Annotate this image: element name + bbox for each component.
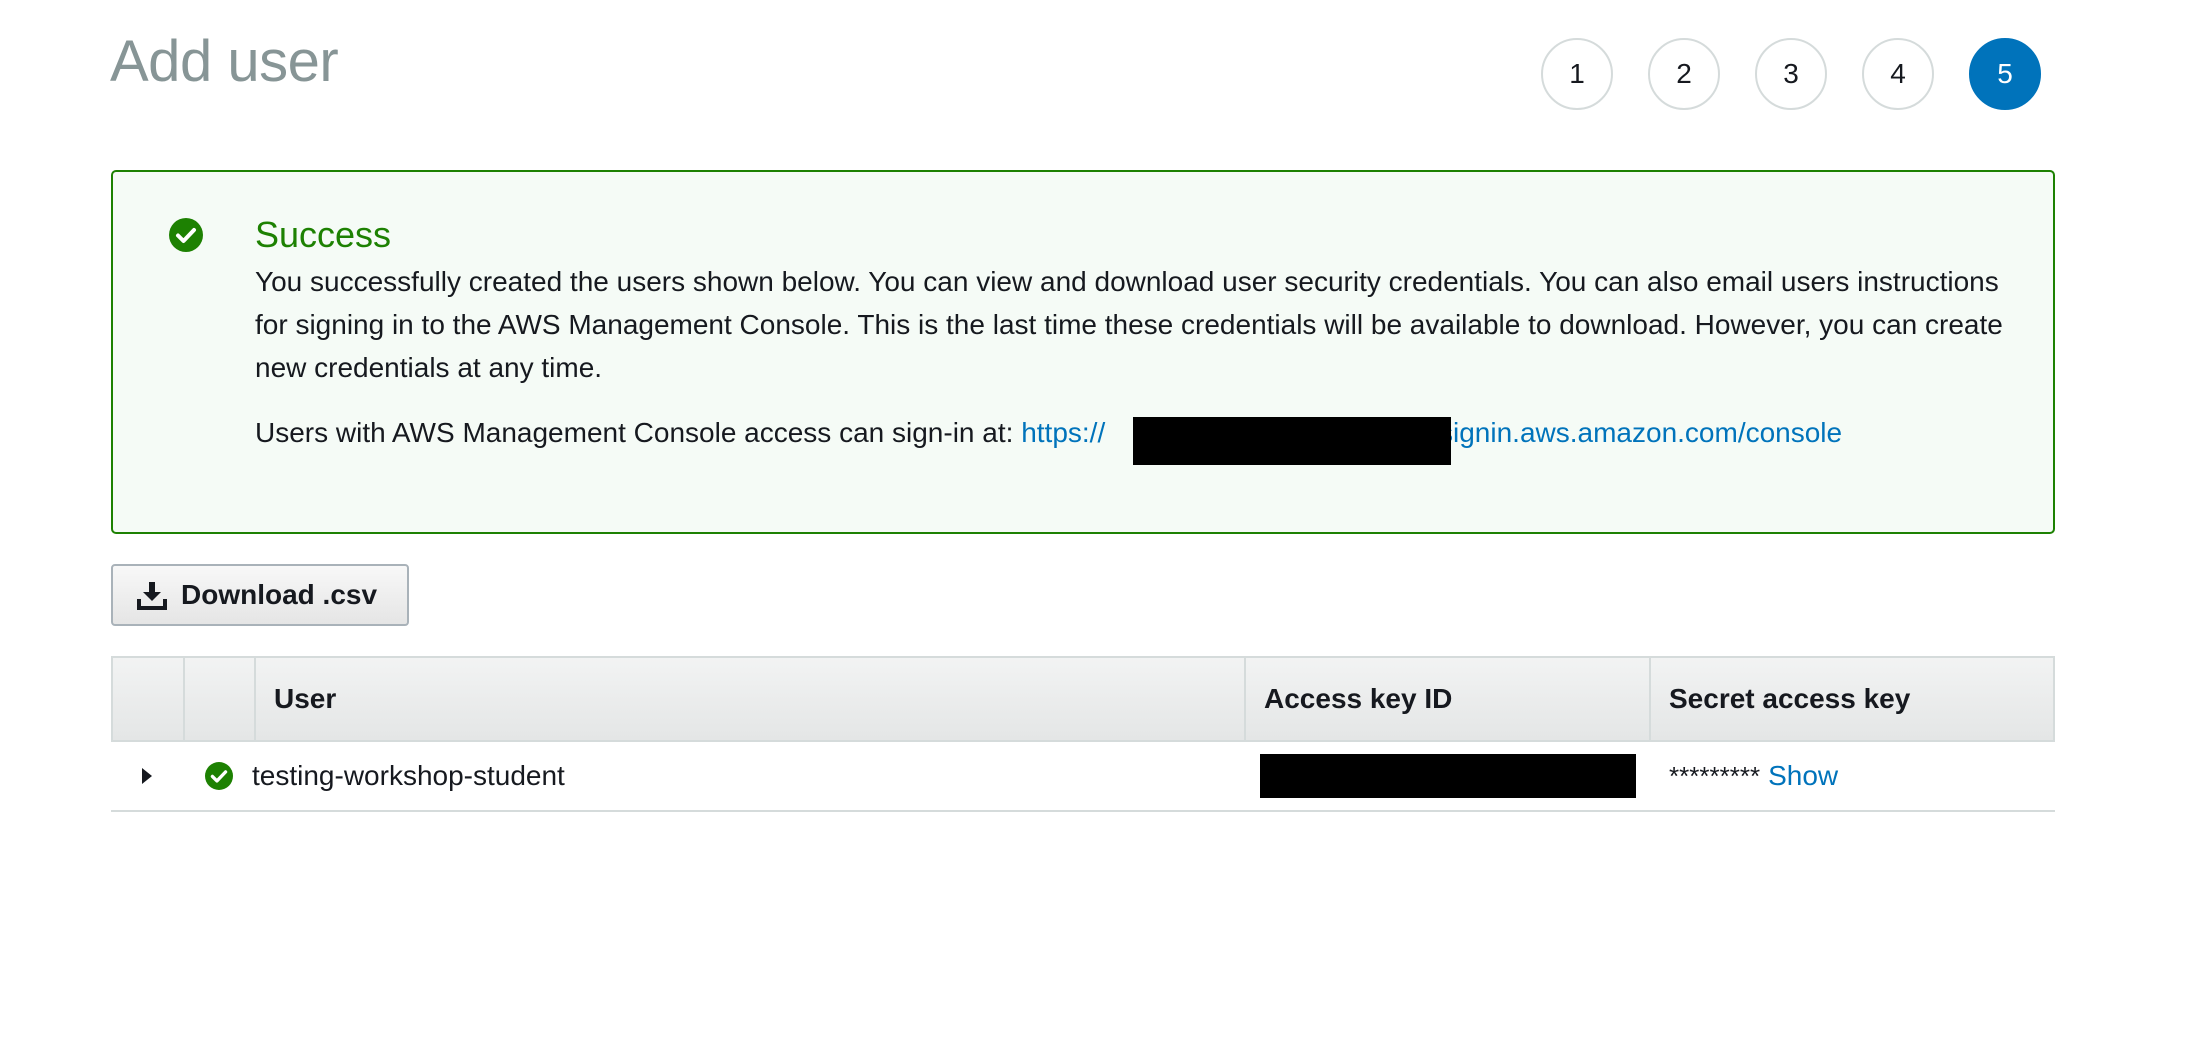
add-user-page: Add user 1 2 3 4 5 Success You successfu… bbox=[0, 0, 2194, 1058]
step-3[interactable]: 3 bbox=[1755, 38, 1827, 110]
check-circle-icon bbox=[169, 218, 203, 252]
step-1[interactable]: 1 bbox=[1541, 38, 1613, 110]
caret-right-icon bbox=[142, 768, 152, 784]
page-title: Add user bbox=[110, 29, 339, 94]
redaction-bar bbox=[1133, 417, 1451, 465]
signin-line: Users with AWS Management Console access… bbox=[255, 417, 1842, 449]
success-message: You successfully created the users shown… bbox=[255, 266, 2003, 383]
table-row: testing-workshop-student ********* Show bbox=[111, 742, 2055, 812]
header-secret-access-key: Secret access key bbox=[1669, 683, 1911, 714]
access-key-id-cell bbox=[1244, 742, 1649, 810]
row-status bbox=[183, 742, 254, 810]
show-secret-link[interactable]: Show bbox=[1768, 760, 1838, 792]
secret-mask: ********* bbox=[1669, 760, 1761, 791]
step-5[interactable]: 5 bbox=[1969, 38, 2041, 110]
check-circle-icon bbox=[204, 762, 233, 790]
download-csv-label: Download .csv bbox=[181, 579, 378, 610]
success-title: Success bbox=[255, 214, 392, 255]
credentials-table: User Access key ID Secret access key tes… bbox=[111, 656, 2055, 812]
secret-access-key-cell: ********* Show bbox=[1649, 742, 2055, 810]
user-name: testing-workshop-student bbox=[252, 760, 565, 791]
success-alert: Success You successfully created the use… bbox=[111, 170, 2055, 534]
wizard-steps: 1 2 3 4 5 bbox=[1541, 38, 2041, 110]
signin-url-start: https:// bbox=[1021, 417, 1106, 448]
download-icon bbox=[137, 582, 167, 610]
signin-url-end: .signin.aws.amazon.com/console bbox=[1431, 417, 1843, 448]
header-status-cell bbox=[185, 658, 256, 740]
step-4[interactable]: 4 bbox=[1862, 38, 1934, 110]
header-user: User bbox=[256, 658, 1246, 740]
table-header: User Access key ID Secret access key bbox=[111, 656, 2055, 742]
header-expand-cell bbox=[113, 658, 185, 740]
access-key-redacted bbox=[1260, 754, 1636, 798]
step-2[interactable]: 2 bbox=[1648, 38, 1720, 110]
download-csv-button[interactable]: Download .csv bbox=[111, 564, 409, 626]
user-name-cell: testing-workshop-student bbox=[252, 742, 1244, 810]
header-access-key-id: Access key ID bbox=[1246, 658, 1651, 740]
expand-row-toggle[interactable] bbox=[111, 742, 183, 810]
signin-prefix: Users with AWS Management Console access… bbox=[255, 417, 1022, 448]
